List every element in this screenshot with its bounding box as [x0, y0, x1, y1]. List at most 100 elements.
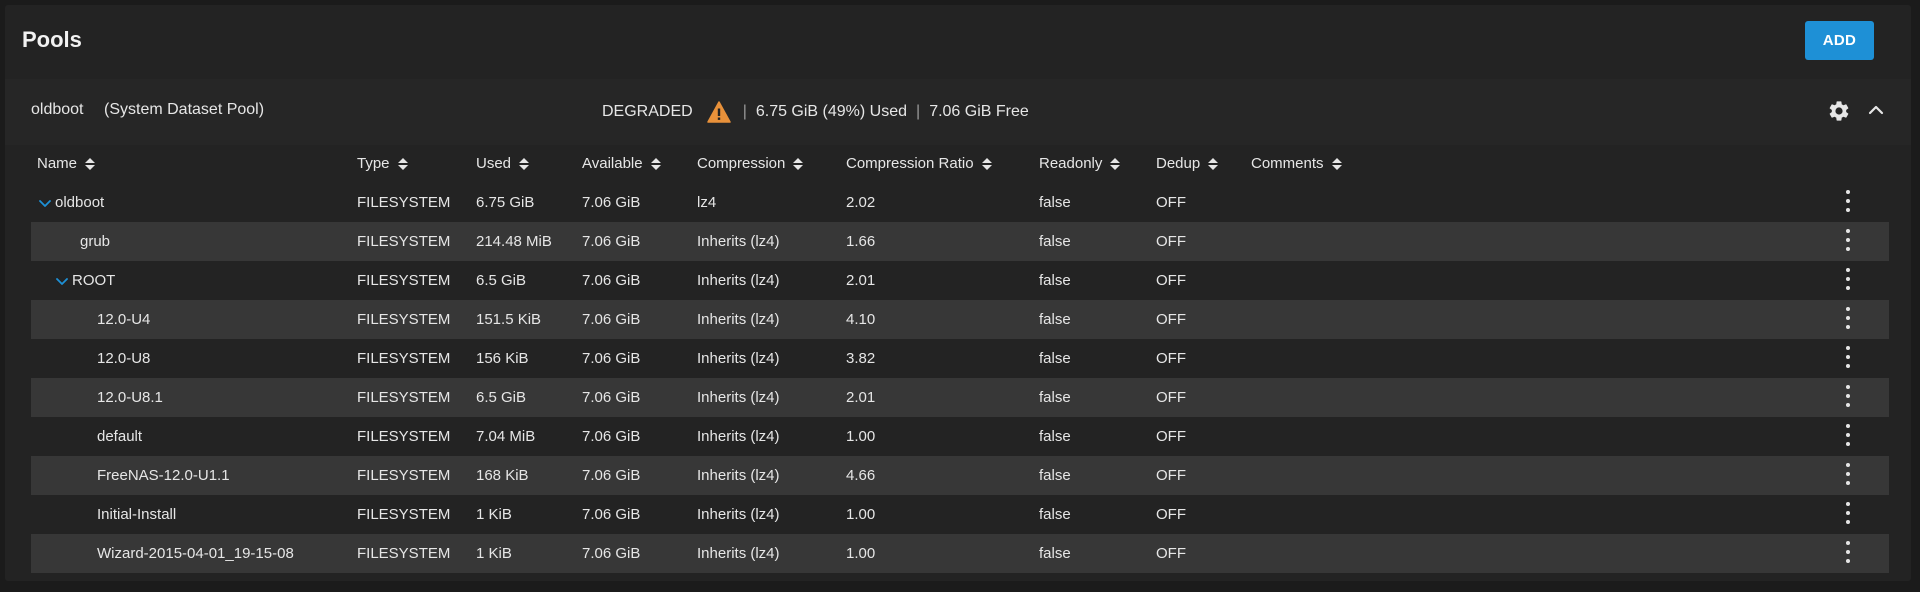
dataset-type: FILESYSTEM — [357, 272, 451, 289]
dataset-readonly: false — [1039, 311, 1071, 328]
dataset-readonly: false — [1039, 506, 1071, 523]
dataset-used: 7.04 MiB — [476, 428, 536, 445]
column-header-type[interactable]: Type — [357, 155, 408, 172]
dataset-name: default — [97, 428, 143, 445]
dataset-compression-ratio: 4.10 — [846, 311, 876, 328]
dataset-dedup: OFF — [1156, 194, 1186, 211]
dataset-available: 7.06 GiB — [582, 428, 641, 445]
pool-header: oldboot (System Dataset Pool) DEGRADED |… — [5, 79, 1911, 145]
dataset-available: 7.06 GiB — [582, 350, 641, 367]
more-vert-icon[interactable] — [1843, 268, 1853, 290]
more-vert-icon[interactable] — [1843, 346, 1853, 368]
dataset-compression: Inherits (lz4) — [697, 389, 780, 406]
more-vert-icon[interactable] — [1843, 424, 1853, 446]
dataset-name: FreeNAS-12.0-U1.1 — [97, 467, 230, 484]
more-vert-icon[interactable] — [1843, 385, 1853, 407]
dataset-type: FILESYSTEM — [357, 506, 451, 523]
pools-card: Pools ADD oldboot (System Dataset Pool) … — [5, 5, 1911, 581]
column-header-name[interactable]: Name — [37, 155, 96, 172]
sort-icon — [519, 157, 530, 170]
dataset-compression: Inherits (lz4) — [697, 467, 780, 484]
dataset-name-cell: Initial-Install — [97, 506, 176, 523]
dataset-dedup: OFF — [1156, 350, 1186, 367]
dataset-used: 1 KiB — [476, 506, 512, 523]
chevron-down-icon[interactable] — [56, 276, 68, 286]
table-row[interactable]: default FILESYSTEM 7.04 MiB 7.06 GiB Inh… — [31, 417, 1889, 456]
pool-status: DEGRADED — [602, 103, 693, 120]
dataset-used: 6.5 GiB — [476, 272, 527, 289]
column-header-readonly[interactable]: Readonly — [1039, 155, 1121, 172]
sort-icon — [1208, 157, 1219, 170]
dataset-available: 7.06 GiB — [582, 311, 641, 328]
table-row[interactable]: oldboot FILESYSTEM 6.75 GiB 7.06 GiB lz4… — [31, 183, 1889, 222]
more-vert-icon[interactable] — [1843, 229, 1853, 251]
sort-icon — [793, 157, 804, 170]
dataset-type: FILESYSTEM — [357, 311, 451, 328]
dataset-used: 6.75 GiB — [476, 194, 535, 211]
chevron-down-icon[interactable] — [39, 198, 51, 208]
dataset-name: oldboot — [55, 194, 105, 211]
column-header-dedup[interactable]: Dedup — [1156, 155, 1219, 172]
dataset-compression: Inherits (lz4) — [697, 428, 780, 445]
dataset-readonly: false — [1039, 350, 1071, 367]
table-row[interactable]: FreeNAS-12.0-U1.1 FILESYSTEM 168 KiB 7.0… — [31, 456, 1889, 495]
dataset-name: Wizard-2015-04-01_19-15-08 — [97, 545, 294, 562]
table-row[interactable]: grub FILESYSTEM 214.48 MiB 7.06 GiB Inhe… — [31, 222, 1889, 261]
dataset-name: 12.0-U8 — [97, 350, 151, 367]
sort-icon — [85, 157, 96, 170]
dataset-available: 7.06 GiB — [582, 194, 641, 211]
chevron-up-icon[interactable] — [1867, 101, 1885, 119]
column-header-available[interactable]: Available — [582, 155, 661, 172]
dataset-readonly: false — [1039, 428, 1071, 445]
dataset-available: 7.06 GiB — [582, 467, 641, 484]
dataset-name-cell: FreeNAS-12.0-U1.1 — [97, 467, 230, 484]
pool-status-summary: DEGRADED | 6.75 GiB (49%) Used | 7.06 Gi… — [602, 101, 1029, 123]
table-row[interactable]: 12.0-U8.1 FILESYSTEM 6.5 GiB 7.06 GiB In… — [31, 378, 1889, 417]
dataset-name-cell: grub — [80, 233, 110, 250]
dataset-used: 168 KiB — [476, 467, 529, 484]
datasets-table: Name Type Used Available Compression Com… — [31, 145, 1889, 573]
card-header: Pools ADD — [5, 5, 1911, 79]
status-separator: | — [916, 103, 921, 120]
more-vert-icon[interactable] — [1843, 307, 1853, 329]
column-header-compression-ratio[interactable]: Compression Ratio — [846, 155, 992, 172]
more-vert-icon[interactable] — [1843, 541, 1853, 563]
dataset-compression-ratio: 2.01 — [846, 389, 876, 406]
sort-icon — [1110, 157, 1121, 170]
table-row[interactable]: 12.0-U4 FILESYSTEM 151.5 KiB 7.06 GiB In… — [31, 300, 1889, 339]
dataset-dedup: OFF — [1156, 311, 1186, 328]
more-vert-icon[interactable] — [1843, 190, 1853, 212]
dataset-type: FILESYSTEM — [357, 233, 451, 250]
dataset-available: 7.06 GiB — [582, 506, 641, 523]
sort-icon — [650, 157, 661, 170]
dataset-dedup: OFF — [1156, 389, 1186, 406]
pool-used: 6.75 GiB (49%) Used — [755, 103, 908, 120]
column-header-used[interactable]: Used — [476, 155, 530, 172]
add-pool-button[interactable]: ADD — [1805, 21, 1874, 60]
dataset-available: 7.06 GiB — [582, 272, 641, 289]
more-vert-icon[interactable] — [1843, 463, 1853, 485]
dataset-readonly: false — [1039, 233, 1071, 250]
dataset-compression: Inherits (lz4) — [697, 311, 780, 328]
table-row[interactable]: ROOT FILESYSTEM 6.5 GiB 7.06 GiB Inherit… — [31, 261, 1889, 300]
more-vert-icon[interactable] — [1843, 502, 1853, 524]
dataset-available: 7.06 GiB — [582, 545, 641, 562]
gear-icon[interactable] — [1827, 99, 1851, 123]
pool-name: oldboot — [31, 101, 84, 118]
dataset-readonly: false — [1039, 467, 1071, 484]
dataset-available: 7.06 GiB — [582, 233, 641, 250]
table-row[interactable]: 12.0-U8 FILESYSTEM 156 KiB 7.06 GiB Inhe… — [31, 339, 1889, 378]
dataset-name-cell: 12.0-U8.1 — [97, 389, 163, 406]
dataset-readonly: false — [1039, 389, 1071, 406]
column-header-comments[interactable]: Comments — [1251, 155, 1342, 172]
dataset-dedup: OFF — [1156, 272, 1186, 289]
pool-subtitle: (System Dataset Pool) — [104, 101, 265, 118]
table-row[interactable]: Initial-Install FILESYSTEM 1 KiB 7.06 Gi… — [31, 495, 1889, 534]
column-header-compression[interactable]: Compression — [697, 155, 804, 172]
table-row[interactable]: Wizard-2015-04-01_19-15-08 FILESYSTEM 1 … — [31, 534, 1889, 573]
dataset-compression-ratio: 1.00 — [846, 545, 876, 562]
dataset-name-cell: default — [97, 428, 142, 445]
dataset-compression-ratio: 2.02 — [846, 194, 876, 211]
warning-icon[interactable] — [706, 101, 731, 123]
dataset-compression-ratio: 4.66 — [846, 467, 876, 484]
